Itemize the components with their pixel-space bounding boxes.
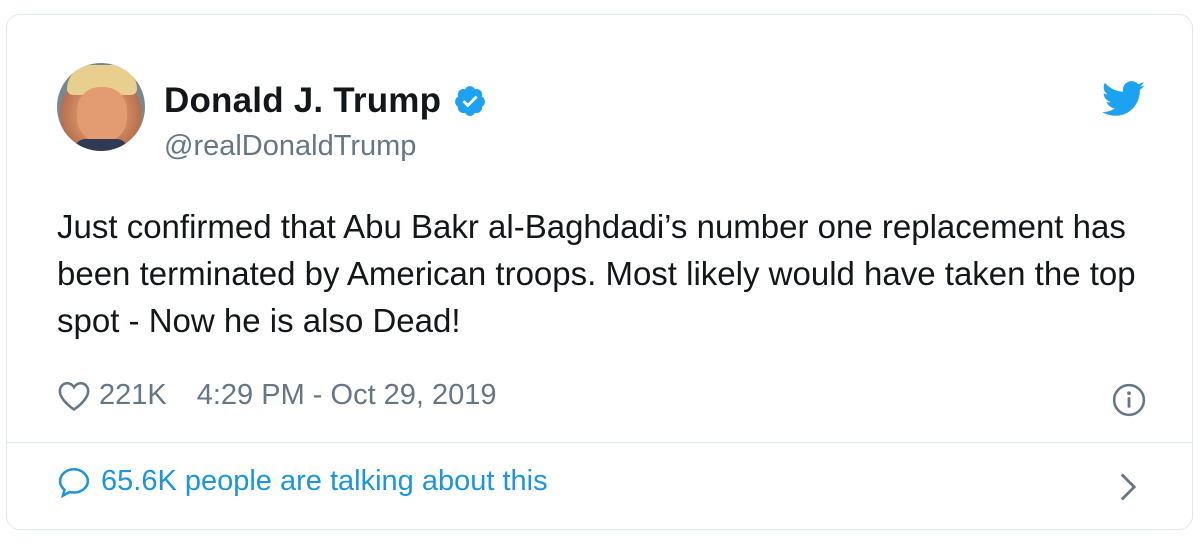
tweet-card: Donald J. Trump @realDonaldTrump Just co… (6, 14, 1193, 530)
avatar[interactable] (57, 63, 145, 151)
conversation-label: 65.6K people are talking about this (101, 465, 548, 497)
tweet-meta: 221K 4:29 PM - Oct 29, 2019 (57, 379, 497, 412)
tweet-timestamp[interactable]: 4:29 PM - Oct 29, 2019 (197, 379, 497, 412)
twitter-bird-icon[interactable] (1102, 81, 1146, 117)
conversation-link[interactable]: 65.6K people are talking about this (57, 465, 548, 498)
divider (7, 442, 1192, 443)
heart-icon[interactable] (57, 380, 91, 412)
tweet-text: Just confirmed that Abu Bakr al-Baghdadi… (57, 208, 1136, 339)
verified-badge-icon (455, 86, 486, 116)
like-count[interactable]: 221K (99, 379, 167, 412)
info-icon[interactable] (1112, 383, 1146, 417)
speech-bubble-icon (58, 467, 90, 498)
author-handle[interactable]: @realDonaldTrump (164, 130, 416, 163)
chevron-right-icon[interactable] (1118, 472, 1138, 502)
author-name[interactable]: Donald J. Trump (164, 81, 441, 121)
author-name-row: Donald J. Trump (164, 81, 487, 121)
